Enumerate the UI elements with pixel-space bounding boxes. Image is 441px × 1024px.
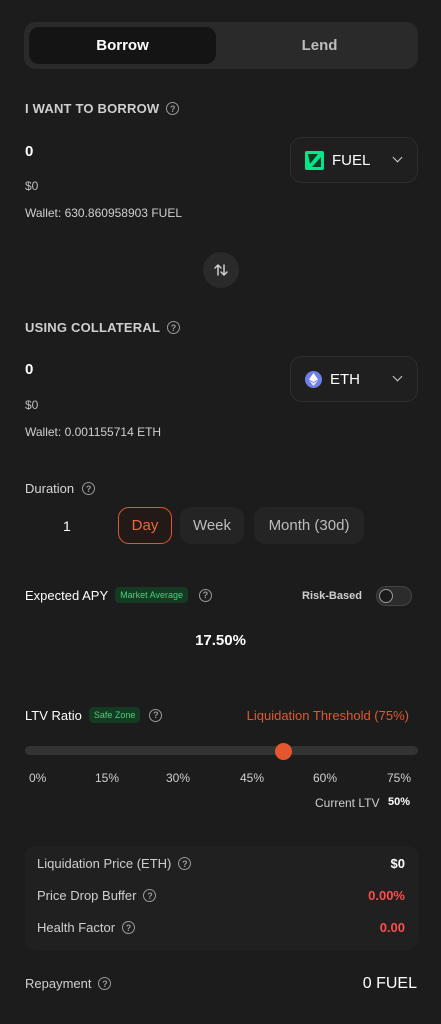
risk-based-toggle[interactable] bbox=[376, 586, 412, 606]
collateral-wallet-balance: Wallet: 0.001155714 ETH bbox=[25, 425, 162, 439]
swap-arrows-icon bbox=[214, 264, 228, 276]
ltv-slider-thumb[interactable] bbox=[275, 743, 292, 760]
risk-based-label: Risk-Based bbox=[302, 590, 362, 602]
repayment-header: Repayment ? bbox=[25, 976, 112, 991]
help-icon[interactable]: ? bbox=[149, 708, 163, 722]
liquidation-price-value: $0 bbox=[390, 856, 405, 871]
collateral-amount-input[interactable]: 0 bbox=[25, 361, 33, 378]
help-icon[interactable]: ? bbox=[167, 321, 181, 334]
help-icon[interactable]: ? bbox=[178, 857, 192, 870]
apy-value: 17.50% bbox=[195, 632, 246, 649]
ltv-label: LTV Ratio bbox=[25, 707, 82, 723]
collateral-section-header: USING COLLATERAL ? bbox=[25, 320, 181, 335]
duration-option-day[interactable]: Day bbox=[118, 507, 172, 544]
help-icon[interactable]: ? bbox=[143, 889, 157, 902]
help-icon[interactable]: ? bbox=[98, 977, 112, 990]
help-icon[interactable]: ? bbox=[166, 102, 180, 115]
borrow-usd-value: $0 bbox=[25, 179, 39, 193]
swap-button[interactable] bbox=[203, 252, 239, 288]
current-ltv-value: 50% bbox=[388, 796, 411, 808]
toggle-knob bbox=[379, 589, 393, 603]
ltv-tick: 15% bbox=[95, 771, 120, 785]
liquidation-price-label: Liquidation Price (ETH) bbox=[37, 856, 172, 871]
ltv-tick: 0% bbox=[29, 771, 47, 785]
duration-option-month[interactable]: Month (30d) bbox=[254, 507, 364, 544]
chevron-down-icon bbox=[392, 152, 403, 163]
borrow-label: I WANT TO BORROW bbox=[25, 101, 160, 116]
ltv-tick: 75% bbox=[387, 771, 412, 785]
borrow-amount-input[interactable]: 0 bbox=[25, 143, 33, 160]
collateral-usd-value: $0 bbox=[25, 398, 39, 412]
fuel-token-icon bbox=[305, 150, 324, 170]
price-drop-buffer-value: 0.00% bbox=[368, 888, 405, 903]
ltv-slider-track[interactable] bbox=[25, 746, 418, 755]
collateral-token-selector[interactable]: ETH bbox=[290, 356, 418, 402]
apy-label: Expected APY bbox=[25, 587, 109, 603]
price-drop-buffer-label: Price Drop Buffer bbox=[37, 888, 137, 903]
borrow-token-selector[interactable]: FUEL bbox=[290, 137, 418, 183]
apy-header: Expected APY Market Average ? bbox=[25, 587, 212, 603]
collateral-label: USING COLLATERAL bbox=[25, 320, 161, 335]
liquidation-threshold-label: Liquidation Threshold (75%) bbox=[246, 708, 409, 723]
ltv-header: LTV Ratio Safe Zone ? bbox=[25, 707, 163, 723]
tab-lend[interactable]: Lend bbox=[226, 27, 413, 64]
current-ltv-label: Current LTV bbox=[315, 796, 380, 810]
duration-option-week[interactable]: Week bbox=[180, 507, 244, 544]
health-factor-value: 0.00 bbox=[379, 920, 405, 935]
duration-label: Duration bbox=[25, 481, 75, 496]
chevron-down-icon bbox=[392, 371, 403, 382]
safe-zone-badge: Safe Zone bbox=[88, 707, 141, 723]
help-icon[interactable]: ? bbox=[199, 588, 212, 602]
borrow-wallet-balance: Wallet: 630.860958903 FUEL bbox=[25, 206, 182, 220]
ltv-tick: 45% bbox=[240, 771, 265, 785]
health-factor-row: Health Factor ? bbox=[37, 920, 136, 935]
help-icon[interactable]: ? bbox=[122, 921, 136, 934]
duration-input[interactable]: 1 bbox=[63, 518, 71, 534]
ltv-tick: 30% bbox=[166, 771, 191, 785]
liquidation-price-row: Liquidation Price (ETH) ? bbox=[37, 856, 192, 871]
borrow-section-header: I WANT TO BORROW ? bbox=[25, 101, 180, 116]
tab-borrow[interactable]: Borrow bbox=[29, 27, 216, 64]
health-factor-label: Health Factor bbox=[37, 920, 116, 935]
borrow-token-name: FUEL bbox=[332, 151, 371, 169]
price-drop-buffer-row: Price Drop Buffer ? bbox=[37, 888, 157, 903]
ltv-tick: 60% bbox=[313, 771, 338, 785]
duration-header: Duration ? bbox=[25, 481, 96, 496]
market-average-badge: Market Average bbox=[115, 587, 188, 603]
help-icon[interactable]: ? bbox=[82, 482, 96, 495]
repayment-label: Repayment bbox=[25, 976, 92, 991]
borrow-lend-tabs: Borrow Lend bbox=[24, 22, 418, 69]
collateral-token-name: ETH bbox=[330, 370, 360, 388]
repayment-value: 0 FUEL bbox=[362, 975, 417, 992]
eth-token-icon bbox=[305, 370, 322, 388]
